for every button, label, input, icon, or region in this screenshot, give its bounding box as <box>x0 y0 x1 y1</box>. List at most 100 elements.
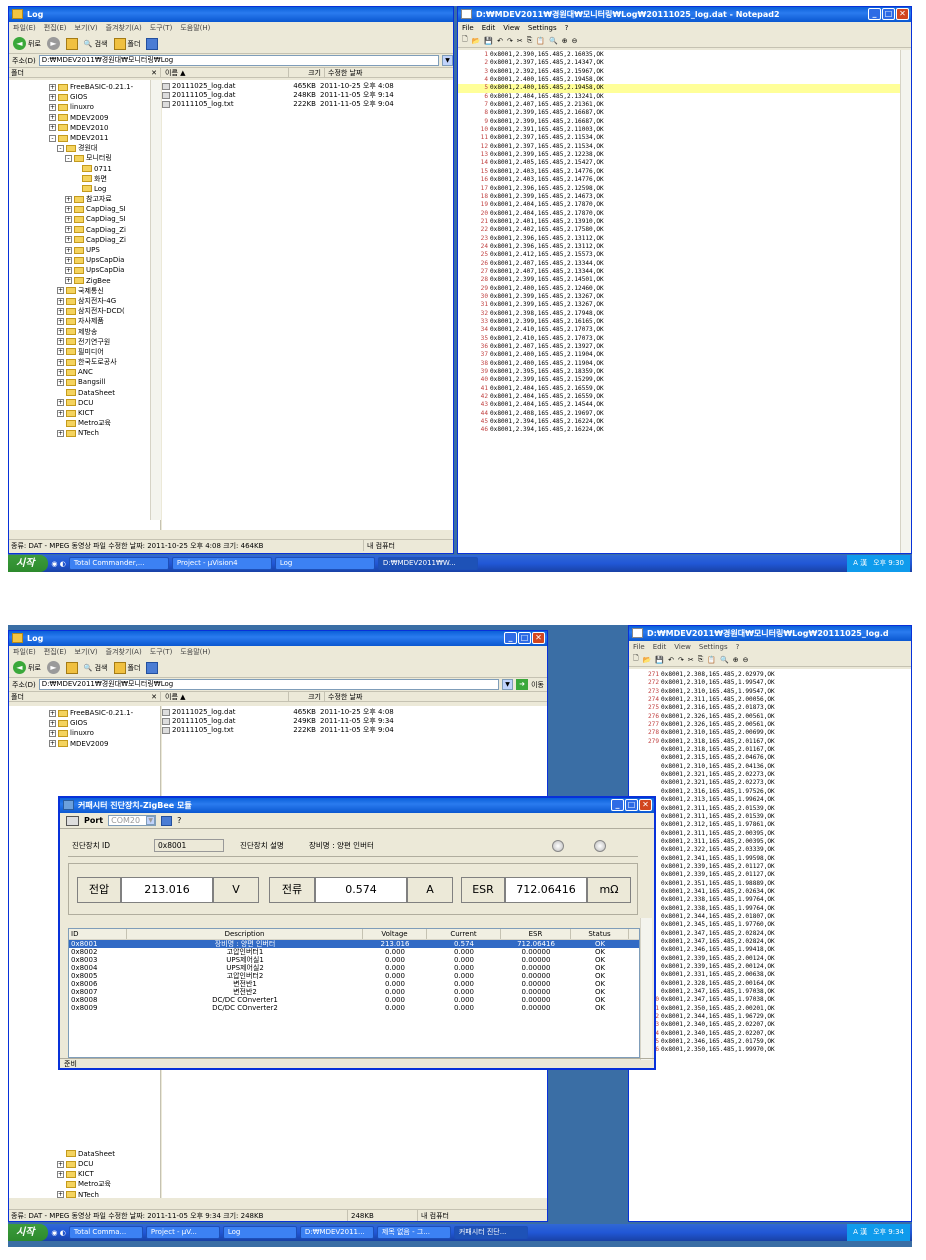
expand-toggle-icon[interactable]: + <box>57 348 64 356</box>
menu-item[interactable]: Settings <box>528 22 557 34</box>
expand-toggle-icon[interactable]: + <box>49 740 56 748</box>
tree-item[interactable]: Metro교육 <box>9 418 160 428</box>
minimize-button[interactable]: _ <box>504 632 517 644</box>
tree-item[interactable]: DataSheet <box>9 1149 160 1159</box>
table-row[interactable]: 0x8006 변전반1 0.000 0.000 0.00000 OK <box>69 980 639 988</box>
table-row[interactable]: 0x8009 DC/DC COnverter2 0.000 0.000 0.00000 O… <box>69 1004 639 1012</box>
notepad-titlebar[interactable]: D:₩MDEV2011₩경원대₩모니터링₩Log₩20111025_log.da… <box>458 7 911 22</box>
open-file-icon[interactable]: 📂 <box>643 656 652 664</box>
column-header[interactable]: ESR <box>501 929 571 939</box>
tree-item[interactable]: + UpsCapDia <box>9 255 160 265</box>
tree-item[interactable]: + GIOS <box>9 92 160 102</box>
go-arrow-icon[interactable]: ➜ <box>516 679 529 690</box>
folders-button[interactable]: 폴더 <box>113 661 140 674</box>
expand-toggle-icon[interactable]: + <box>57 358 64 366</box>
search-button[interactable]: 🔍 검색 <box>84 663 108 673</box>
expand-toggle-icon[interactable]: + <box>57 307 64 315</box>
menu-list-icon[interactable] <box>66 815 79 826</box>
tree-scrollbar[interactable] <box>150 80 161 520</box>
table-row[interactable]: 0x8008 DC/DC COnverter1 0.000 0.000 0.00000 O… <box>69 996 639 1004</box>
tree-item[interactable]: Log <box>9 184 160 194</box>
expand-toggle-icon[interactable]: + <box>57 1170 64 1178</box>
expand-toggle-icon[interactable]: + <box>65 205 72 213</box>
tree-item[interactable]: - 경원대 <box>9 143 160 153</box>
quick-launch-icon[interactable]: ◉ ◐ <box>51 1229 65 1237</box>
redo-icon[interactable]: ↷ <box>678 656 684 664</box>
help-icon[interactable]: ? <box>177 816 181 825</box>
tree-item[interactable]: + CapDiag_SI <box>9 204 160 214</box>
menu-item[interactable]: Settings <box>699 641 728 653</box>
notepad-text-area[interactable]: 1 0x8001,2.390,165.485,2.16035,OK 2 0x8001,… <box>458 50 900 553</box>
explorer-titlebar[interactable]: Log <box>9 7 453 22</box>
tree-item[interactable]: + CapDiag_Zi <box>9 225 160 235</box>
expand-toggle-icon[interactable]: + <box>49 114 56 122</box>
column-header[interactable]: Description <box>127 929 363 939</box>
expand-toggle-icon[interactable]: + <box>65 226 72 234</box>
expand-toggle-icon[interactable]: + <box>49 719 56 727</box>
tree-item[interactable]: + MDEV2009 <box>9 739 160 749</box>
address-dropdown-icon[interactable]: ▼ <box>502 679 514 690</box>
taskbar-button[interactable]: Total Commander,... <box>68 557 169 570</box>
close-button[interactable]: ✕ <box>896 8 909 20</box>
menu-item[interactable]: 즐겨찾기(A) <box>106 646 142 658</box>
menu-item[interactable]: 도움말(H) <box>180 646 210 658</box>
redo-icon[interactable]: ↷ <box>507 37 513 45</box>
menu-item[interactable]: ? <box>736 641 740 653</box>
ime-icon[interactable]: A 漢 <box>853 1224 867 1241</box>
taskbar-button[interactable]: Log <box>222 1226 297 1239</box>
zoom-in-icon[interactable]: ⊕ <box>562 37 568 45</box>
undo-icon[interactable]: ↶ <box>497 37 503 45</box>
expand-toggle-icon[interactable]: + <box>57 317 64 325</box>
expand-toggle-icon[interactable]: + <box>65 256 72 264</box>
expand-toggle-icon[interactable]: - <box>49 134 56 142</box>
expand-toggle-icon[interactable]: + <box>57 297 64 305</box>
find-icon[interactable]: 🔍 <box>720 656 729 664</box>
tree-item[interactable]: + ANC <box>9 367 160 377</box>
menu-item[interactable]: View <box>674 641 691 653</box>
tree-item[interactable]: + 참고자료 <box>9 194 160 204</box>
tree-item[interactable]: + 삼지전자-DCD( <box>9 306 160 316</box>
tree-item[interactable]: + 전기연구원 <box>9 337 160 347</box>
tree-item[interactable]: + KICT <box>9 1169 160 1179</box>
expand-toggle-icon[interactable]: + <box>49 729 56 737</box>
save-icon[interactable]: 💾 <box>484 37 493 45</box>
copy-icon[interactable]: ⎘ <box>527 36 533 45</box>
views-icon[interactable] <box>146 37 159 50</box>
menu-item[interactable]: 즐겨찾기(A) <box>106 22 142 34</box>
tree-item[interactable]: + 필미디어 <box>9 347 160 357</box>
expand-toggle-icon[interactable]: + <box>49 83 56 91</box>
expand-toggle-icon[interactable]: + <box>57 328 64 336</box>
menu-item[interactable]: 편집(E) <box>44 22 67 34</box>
file-row[interactable]: 20111105_log.dat 249KB 2011-11-05 오후 9:34 <box>162 717 547 726</box>
close-button[interactable]: ✕ <box>532 632 545 644</box>
copy-icon[interactable]: ⎘ <box>698 655 704 664</box>
taskbar-button[interactable]: 커패시터 진단... <box>453 1226 528 1239</box>
expand-toggle-icon[interactable]: - <box>65 154 72 162</box>
tree-item[interactable]: + Bangsill <box>9 377 160 387</box>
maximize-button[interactable]: □ <box>625 799 638 811</box>
col-name[interactable]: 이름 ▲ <box>161 68 289 77</box>
expand-toggle-icon[interactable]: + <box>57 379 64 387</box>
column-header[interactable]: Voltage <box>363 929 427 939</box>
explorer-titlebar-2[interactable]: Log _ □ ✕ <box>9 631 547 646</box>
zoom-out-icon[interactable]: ⊖ <box>743 656 749 664</box>
expand-toggle-icon[interactable]: + <box>57 287 64 295</box>
file-row[interactable]: 20111105_log.txt 222KB 2011-11-05 오후 9:04 <box>162 726 547 735</box>
new-file-icon[interactable]: 🗋 <box>633 654 639 665</box>
expand-toggle-icon[interactable]: + <box>65 195 72 203</box>
tree-item[interactable]: 화면 <box>9 174 160 184</box>
tree-item[interactable]: + CapDiag_SI <box>9 214 160 224</box>
tree-item[interactable]: + 삼지전자-4G <box>9 296 160 306</box>
expand-toggle-icon[interactable]: + <box>49 103 56 111</box>
notepad-scrollbar[interactable] <box>900 50 911 553</box>
tree-item[interactable]: + KICT <box>9 408 160 418</box>
menu-item[interactable]: 파일(E) <box>13 22 36 34</box>
close-pane-icon[interactable]: ✕ <box>151 68 157 77</box>
table-row[interactable]: 0x8005 고압인버터2 0.000 0.000 0.00000 OK <box>69 972 639 980</box>
close-pane-icon[interactable]: ✕ <box>151 692 157 701</box>
views-icon[interactable] <box>146 661 159 674</box>
back-button[interactable]: ◄ 뒤로 <box>13 661 41 674</box>
tree-item[interactable]: Metro교육 <box>9 1179 160 1189</box>
expand-toggle-icon[interactable]: + <box>65 266 72 274</box>
table-row[interactable]: 0x8004 UPS제어실2 0.000 0.000 0.00000 OK <box>69 964 639 972</box>
